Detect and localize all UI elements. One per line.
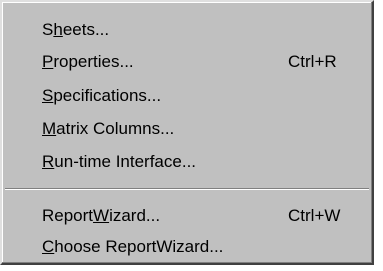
menu-item-shortcut: Ctrl+R	[288, 52, 337, 71]
menu-item-shortcut: Ctrl+W	[288, 206, 341, 225]
menu-item-reportwizard[interactable]: ReportWizard... Ctrl+W	[2, 201, 372, 231]
menu-item-label: Specifications...	[42, 86, 162, 105]
menu-item-sheets[interactable]: Sheets...	[2, 15, 372, 45]
menu-separator	[5, 188, 369, 190]
menu-item-label: Sheets...	[42, 20, 110, 39]
menu-item-label: Choose ReportWizard...	[42, 237, 224, 256]
menu-item-properties[interactable]: Properties... Ctrl+R	[2, 47, 372, 77]
menu-item-run-time-interface[interactable]: Run-time Interface...	[2, 147, 372, 177]
menu-item-label: Properties...	[42, 52, 134, 71]
menu-item-choose-reportwizard[interactable]: Choose ReportWizard...	[2, 232, 372, 262]
menu-item-label: Run-time Interface...	[42, 152, 197, 171]
menu-item-label: ReportWizard...	[42, 206, 161, 225]
menu-item-label: Matrix Columns...	[42, 119, 175, 138]
menu-item-specifications[interactable]: Specifications...	[2, 81, 372, 111]
context-menu: Sheets... Properties... Ctrl+R Specifica…	[0, 0, 374, 265]
menu-item-matrix-columns[interactable]: Matrix Columns...	[2, 114, 372, 144]
